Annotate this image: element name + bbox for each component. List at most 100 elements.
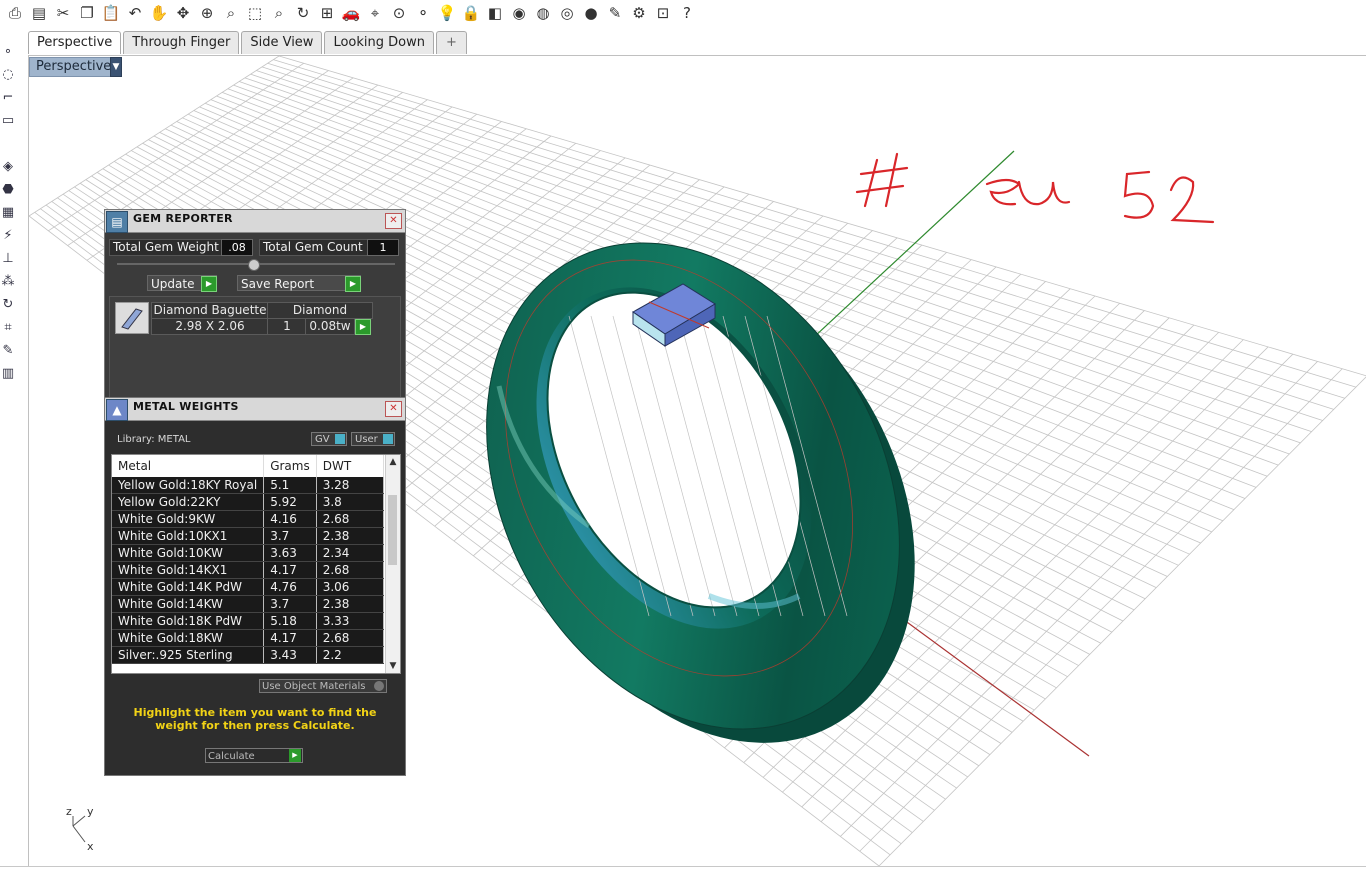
pan-icon[interactable]: ✋ bbox=[148, 2, 170, 24]
gem-count[interactable]: 1 bbox=[267, 318, 307, 335]
grams-cell[interactable]: 4.17 bbox=[263, 561, 317, 579]
grams-cell[interactable]: 3.63 bbox=[263, 544, 317, 562]
close-icon[interactable]: ✕ bbox=[385, 213, 402, 229]
metal-name-cell[interactable]: Yellow Gold:22KY bbox=[112, 493, 265, 511]
table-row[interactable]: White Gold:18K PdW 5.18 3.33 bbox=[112, 612, 385, 630]
color-wheel-icon[interactable]: ◉ bbox=[508, 2, 530, 24]
column-header-grams[interactable]: Grams bbox=[263, 455, 317, 477]
user-toggle[interactable]: User bbox=[351, 432, 395, 446]
table-row[interactable]: Silver:.925 Sterling 3.43 2.2 bbox=[112, 646, 385, 664]
dwt-cell[interactable]: 3.28 bbox=[316, 477, 385, 494]
car-icon[interactable]: 🚗 bbox=[340, 2, 362, 24]
metal-name-cell[interactable]: White Gold:18KW bbox=[112, 629, 265, 647]
dwt-cell[interactable]: 3.06 bbox=[316, 578, 385, 596]
transform-icon[interactable]: ⁂ bbox=[0, 274, 16, 290]
metal-weights-titlebar[interactable]: ▲ METAL WEIGHTS ✕ bbox=[105, 398, 405, 421]
paste-icon[interactable]: 📋 bbox=[100, 2, 122, 24]
grams-cell[interactable]: 3.43 bbox=[263, 646, 317, 664]
grid-select-icon[interactable]: ⊡ bbox=[652, 2, 674, 24]
grams-cell[interactable]: 3.7 bbox=[263, 595, 317, 613]
lock-icon[interactable]: 🔒 bbox=[460, 2, 482, 24]
curve-icon[interactable]: ◌ bbox=[0, 67, 16, 83]
use-object-materials-checkbox[interactable]: Use Object Materials bbox=[259, 679, 387, 693]
lightning-icon[interactable]: ⚡ bbox=[0, 228, 16, 244]
tab-through-finger[interactable]: Through Finger bbox=[123, 31, 240, 54]
metal-name-cell[interactable]: White Gold:14KX1 bbox=[112, 561, 265, 579]
table-row[interactable]: White Gold:9KW 4.16 2.68 bbox=[112, 510, 385, 528]
analyze-icon[interactable]: ⌗ bbox=[0, 320, 16, 336]
undo-icon[interactable]: ↶ bbox=[124, 2, 146, 24]
table-row[interactable]: White Gold:18KW 4.17 2.68 bbox=[112, 629, 385, 647]
layer-icon[interactable]: ◧ bbox=[484, 2, 506, 24]
scrollbar-thumb[interactable] bbox=[388, 495, 397, 565]
table-scrollbar[interactable]: ▲ ▼ bbox=[385, 455, 400, 673]
paint-icon[interactable]: ✎ bbox=[604, 2, 626, 24]
table-row[interactable]: White Gold:10KX1 3.7 2.38 bbox=[112, 527, 385, 545]
snap-icon[interactable]: ⌖ bbox=[364, 2, 386, 24]
gem-material[interactable]: Diamond bbox=[267, 302, 373, 319]
gem-reporter-titlebar[interactable]: ▤ GEM REPORTER ✕ bbox=[105, 210, 405, 233]
play-icon[interactable]: ▶ bbox=[355, 319, 371, 335]
mesh-icon[interactable]: ▦ bbox=[0, 205, 16, 221]
surface-icon[interactable]: ◈ bbox=[0, 159, 16, 175]
viewport-label[interactable]: Perspective bbox=[29, 57, 119, 77]
gem-cut[interactable]: Diamond Baguette bbox=[151, 302, 269, 319]
dwt-cell[interactable]: 2.68 bbox=[316, 561, 385, 579]
dwt-cell[interactable]: 2.68 bbox=[316, 510, 385, 528]
rectangle-icon[interactable]: ▭ bbox=[0, 113, 16, 129]
render-icon[interactable]: ▥ bbox=[0, 366, 16, 382]
gear-icon[interactable]: ⚙ bbox=[628, 2, 650, 24]
column-header-dwt[interactable]: DWT bbox=[316, 455, 385, 477]
zoom-extents-icon[interactable]: ⬚ bbox=[244, 2, 266, 24]
gv-toggle[interactable]: GV bbox=[311, 432, 347, 446]
dwt-cell[interactable]: 2.2 bbox=[316, 646, 385, 664]
grams-cell[interactable]: 5.18 bbox=[263, 612, 317, 630]
zoom-icon[interactable]: ⊕ bbox=[196, 2, 218, 24]
point-icon[interactable]: ∘ bbox=[0, 44, 16, 60]
dwt-cell[interactable]: 2.68 bbox=[316, 629, 385, 647]
gem-size[interactable]: 2.98 X 2.06 bbox=[151, 318, 269, 335]
dwt-cell[interactable]: 2.38 bbox=[316, 595, 385, 613]
tab-side-view[interactable]: Side View bbox=[241, 31, 323, 54]
table-row[interactable]: White Gold:14K PdW 4.76 3.06 bbox=[112, 578, 385, 596]
metal-weights-table[interactable]: Metal Grams DWT Yellow Gold:18KY Royal 5.… bbox=[111, 454, 401, 674]
polyline-icon[interactable]: ⌐ bbox=[0, 90, 16, 106]
rotate-icon[interactable]: ↻ bbox=[0, 297, 16, 313]
point-icon[interactable]: ⊙ bbox=[388, 2, 410, 24]
close-icon[interactable]: ✕ bbox=[385, 401, 402, 417]
calculate-button[interactable]: Calculate ▶ bbox=[205, 748, 303, 763]
sphere-shaded-icon[interactable]: ◎ bbox=[556, 2, 578, 24]
table-row[interactable]: White Gold:14KX1 4.17 2.68 bbox=[112, 561, 385, 579]
panel-slider-handle[interactable] bbox=[248, 259, 260, 271]
chevron-down-icon[interactable]: ▼ bbox=[110, 57, 122, 77]
metal-name-cell[interactable]: White Gold:14KW bbox=[112, 595, 265, 613]
rotate-view-icon[interactable]: ↻ bbox=[292, 2, 314, 24]
metal-name-cell[interactable]: White Gold:10KX1 bbox=[112, 527, 265, 545]
gem-weight[interactable]: 0.08tw bbox=[305, 318, 355, 335]
dwt-cell[interactable]: 2.38 bbox=[316, 527, 385, 545]
light-icon[interactable]: 💡 bbox=[436, 2, 458, 24]
metal-name-cell[interactable]: White Gold:14K PdW bbox=[112, 578, 265, 596]
new-icon[interactable]: ▤ bbox=[28, 2, 50, 24]
grams-cell[interactable]: 4.76 bbox=[263, 578, 317, 596]
four-viewports-icon[interactable]: ⊞ bbox=[316, 2, 338, 24]
metal-name-cell[interactable]: Silver:.925 Sterling bbox=[112, 646, 265, 664]
add-tab-button[interactable]: + bbox=[435, 31, 467, 54]
move-icon[interactable]: ✥ bbox=[172, 2, 194, 24]
grams-cell[interactable]: 4.17 bbox=[263, 629, 317, 647]
table-row[interactable]: Yellow Gold:22KY 5.92 3.8 bbox=[112, 493, 385, 511]
zoom-selected-icon[interactable]: ⌕ bbox=[268, 2, 290, 24]
metal-name-cell[interactable]: White Gold:9KW bbox=[112, 510, 265, 528]
dwt-cell[interactable]: 2.34 bbox=[316, 544, 385, 562]
metal-name-cell[interactable]: White Gold:10KW bbox=[112, 544, 265, 562]
tab-perspective[interactable]: Perspective bbox=[28, 31, 122, 54]
zoom-window-icon[interactable]: ⌕ bbox=[220, 2, 242, 24]
solid-icon[interactable]: ⬣ bbox=[0, 182, 16, 198]
play-icon[interactable]: ▶ bbox=[345, 276, 361, 292]
render-sphere-icon[interactable]: ● bbox=[580, 2, 602, 24]
table-row[interactable]: White Gold:14KW 3.7 2.38 bbox=[112, 595, 385, 613]
scroll-up-icon[interactable]: ▲ bbox=[386, 457, 400, 467]
metal-name-cell[interactable]: White Gold:18K PdW bbox=[112, 612, 265, 630]
help-icon[interactable]: ? bbox=[676, 2, 698, 24]
pencil-icon[interactable]: ✎ bbox=[0, 343, 16, 359]
